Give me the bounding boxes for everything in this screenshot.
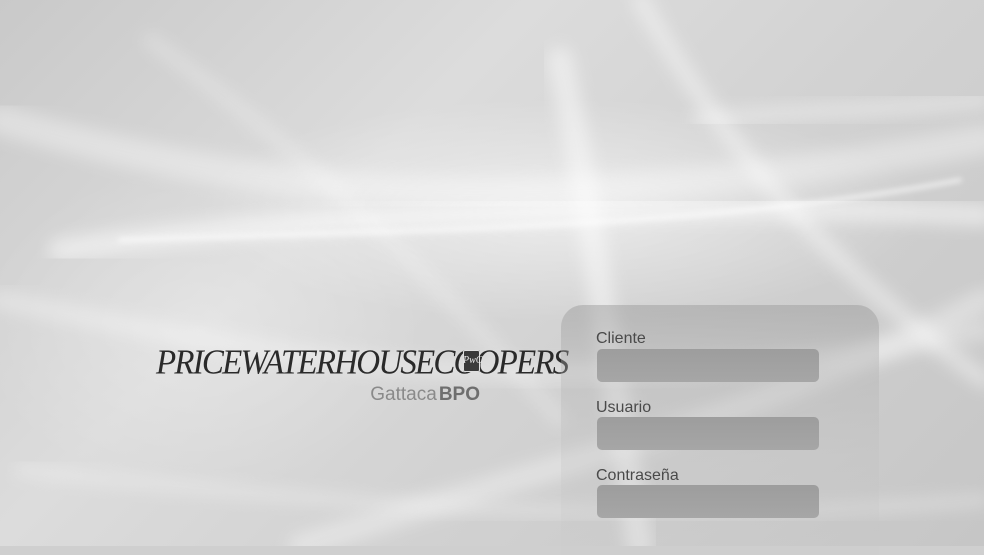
logo-emblem-icon: PwC [463,350,482,372]
cliente-label: Cliente [596,330,646,347]
logo-subbrand: Gattaca BPO [370,384,480,406]
contrasena-input[interactable] [597,485,819,518]
login-panel: Cliente Usuario Contraseña [561,305,879,555]
subbrand-light: Gattaca [370,384,437,405]
contrasena-label: Contraseña [596,467,679,484]
subbrand-bold: BPO [438,384,480,405]
company-logo: PRICEWATERHOUSECOOPERS PwC Gattaca BPO [156,340,569,410]
usuario-label: Usuario [596,399,652,416]
usuario-input[interactable] [597,417,819,450]
logo-wordmark: PRICEWATERHOUSECOOPERS [156,344,569,382]
cliente-input[interactable] [597,349,819,382]
